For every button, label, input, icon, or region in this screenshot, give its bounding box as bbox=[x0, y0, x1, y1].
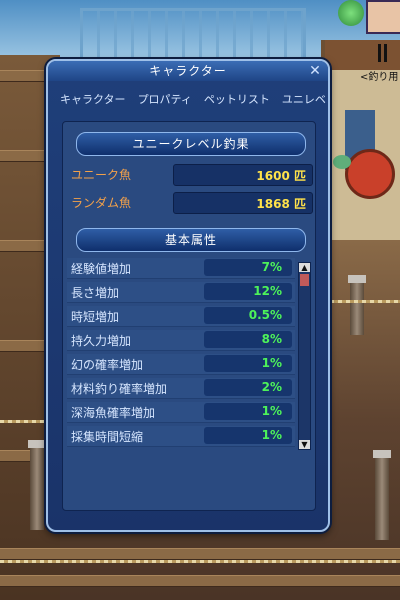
pause-bar bbox=[378, 44, 381, 62]
tab-bar: キャラクター プロパティ ペットリスト ユニレベ bbox=[54, 85, 326, 119]
unique-fish-label: ユニーク魚 bbox=[71, 168, 132, 182]
stat-row: 採集時間短縮 1% bbox=[67, 426, 295, 447]
scroll-down-icon[interactable]: ▼ bbox=[299, 440, 310, 449]
scroll-up-icon[interactable]: ▲ bbox=[299, 263, 310, 272]
content-panel: ユニークレベル釣果 ユニーク魚 1600 匹 ランダム魚 1868 匹 基本属性… bbox=[62, 121, 316, 511]
stats-scrollbar[interactable]: ▲ ▼ bbox=[298, 262, 311, 450]
pause-icon[interactable] bbox=[376, 44, 390, 62]
unique-fish-value-box: 1600 匹 bbox=[173, 164, 313, 186]
stat-label: 経験値増加 bbox=[71, 262, 132, 276]
dock-post bbox=[373, 450, 391, 540]
stat-row: 持久力増加 8% bbox=[67, 330, 295, 351]
avatar[interactable] bbox=[366, 0, 400, 34]
stat-value: 12% bbox=[253, 284, 282, 298]
stat-value-box: 1% bbox=[204, 355, 292, 372]
stat-label: 幻の確率増加 bbox=[71, 358, 144, 372]
stat-row: 長さ増加 12% bbox=[67, 282, 295, 303]
dock-post bbox=[348, 275, 366, 335]
random-fish-value: 1868 匹 bbox=[256, 197, 306, 211]
dock-rope bbox=[0, 420, 50, 423]
tab-pet-list[interactable]: ペットリスト bbox=[198, 85, 276, 119]
section-header-basic-attributes: 基本属性 bbox=[76, 228, 306, 252]
tab-property[interactable]: プロパティ bbox=[132, 85, 198, 119]
stat-label: 材料釣り確率増加 bbox=[71, 382, 168, 396]
dock-post bbox=[28, 440, 46, 530]
menu-orb-icon[interactable] bbox=[338, 0, 364, 26]
unique-fish-row: ユニーク魚 1600 匹 bbox=[67, 164, 315, 186]
character-window: キャラクター ✕ キャラクター プロパティ ペットリスト ユニレベ ユニークレベ… bbox=[46, 59, 330, 532]
close-icon[interactable]: ✕ bbox=[308, 64, 322, 78]
dock-plank bbox=[0, 575, 400, 587]
background-gate bbox=[80, 8, 306, 63]
stat-value-box: 2% bbox=[204, 379, 292, 396]
random-fish-row: ランダム魚 1868 匹 bbox=[67, 192, 315, 214]
stat-value: 2% bbox=[261, 380, 282, 394]
stat-label: 長さ増加 bbox=[71, 286, 120, 300]
stat-label: 時短増加 bbox=[71, 310, 120, 324]
stat-value: 7% bbox=[261, 260, 282, 274]
stat-value: 1% bbox=[261, 404, 282, 418]
stat-value: 1% bbox=[261, 356, 282, 370]
stat-row: 幻の確率増加 1% bbox=[67, 354, 295, 375]
stat-row: 材料釣り確率増加 2% bbox=[67, 378, 295, 399]
stat-value-box: 8% bbox=[204, 331, 292, 348]
stat-value-box: 7% bbox=[204, 259, 292, 276]
stat-value: 1% bbox=[261, 428, 282, 442]
scroll-thumb[interactable] bbox=[300, 274, 309, 286]
stat-value: 0.5% bbox=[248, 308, 282, 322]
stat-label: 持久力増加 bbox=[71, 334, 132, 348]
tab-unique-level[interactable]: ユニレベ bbox=[276, 85, 332, 119]
dock-rope bbox=[330, 300, 400, 303]
unique-fish-value: 1600 匹 bbox=[256, 169, 306, 183]
dock-plank bbox=[0, 548, 400, 560]
dock-rope bbox=[0, 560, 400, 563]
stat-label: 深海魚確率増加 bbox=[71, 406, 156, 420]
stat-value-box: 1% bbox=[204, 427, 292, 444]
stat-label: 採集時間短縮 bbox=[71, 430, 144, 444]
random-fish-label: ランダム魚 bbox=[71, 196, 132, 210]
turtle-npc[interactable] bbox=[333, 135, 395, 205]
pause-bar bbox=[384, 44, 387, 62]
stat-value-box: 1% bbox=[204, 403, 292, 420]
side-hud-text: <釣り用 bbox=[360, 72, 399, 83]
stat-row: 深海魚確率増加 1% bbox=[67, 402, 295, 423]
stat-value: 8% bbox=[261, 332, 282, 346]
stat-row: 時短増加 0.5% bbox=[67, 306, 295, 327]
turtle-shell bbox=[345, 149, 395, 199]
stat-value-box: 0.5% bbox=[204, 307, 292, 324]
stat-value-box: 12% bbox=[204, 283, 292, 300]
section-header-unique-catch: ユニークレベル釣果 bbox=[76, 132, 306, 156]
stat-row: 経験値増加 7% bbox=[67, 258, 295, 279]
turtle-head bbox=[333, 155, 351, 169]
window-title: キャラクター bbox=[48, 61, 328, 81]
tab-character[interactable]: キャラクター bbox=[54, 85, 132, 119]
random-fish-value-box: 1868 匹 bbox=[173, 192, 313, 214]
